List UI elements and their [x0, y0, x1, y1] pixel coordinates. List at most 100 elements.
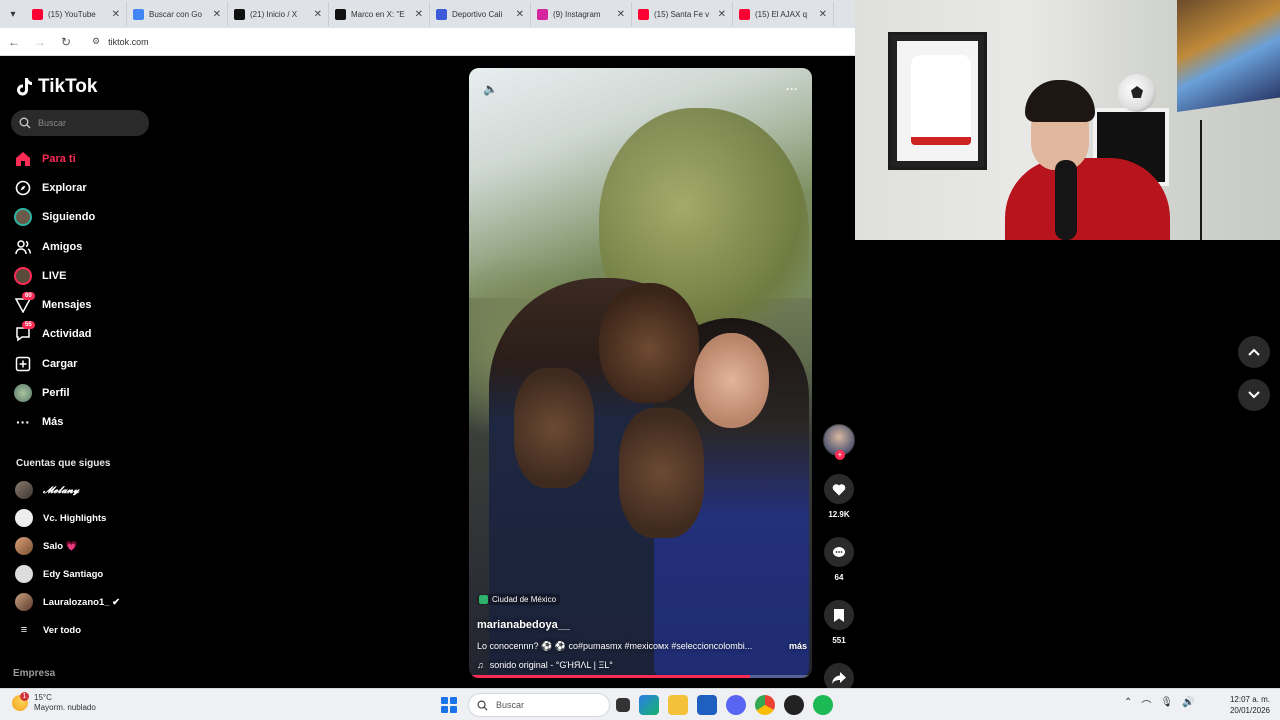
- comment-action[interactable]: 64: [822, 537, 856, 582]
- close-tab-icon[interactable]: ✕: [314, 9, 322, 20]
- video-player[interactable]: 🔈 ··· Ciudad de México marianabedoya__ L…: [469, 68, 812, 678]
- following-list: 𝓜𝓮𝓵𝓪𝓷𝔂 Vc. Highlights Salo 💗 Edy Santiag…: [15, 476, 155, 644]
- site-info-icon[interactable]: ⚙: [92, 36, 100, 47]
- webcam-overlay: [855, 0, 1280, 240]
- tiktok-logo[interactable]: TikTok: [16, 76, 97, 98]
- close-tab-icon[interactable]: ✕: [819, 9, 827, 20]
- location-tag[interactable]: Ciudad de México: [477, 594, 561, 605]
- network-icon[interactable]: ⌒: [1141, 697, 1151, 712]
- taskbar: 1 15°C Mayorm. nublado Buscar ⌃ ⌒ 🎙 🔊 12:…: [0, 688, 1280, 720]
- home-icon: [14, 150, 32, 168]
- discord-icon[interactable]: [726, 695, 746, 715]
- video-woman-head: [694, 333, 769, 428]
- tab-6[interactable]: (15) Santa Fe v ✕: [632, 2, 733, 26]
- windows-start-icon[interactable]: [441, 697, 457, 713]
- close-tab-icon[interactable]: ✕: [718, 9, 726, 20]
- tab-0[interactable]: (15) YouTube ✕: [26, 2, 127, 26]
- menu-item-explorar[interactable]: Explorar: [14, 173, 154, 202]
- streamer: [1005, 80, 1175, 240]
- weather-widget[interactable]: 1 15°C Mayorm. nublado: [12, 692, 96, 713]
- video-music[interactable]: ♫ sonido original - °GΉЯΛL | ΞL°: [477, 660, 807, 670]
- close-tab-icon[interactable]: ✕: [516, 9, 524, 20]
- video-progress-fill: [469, 675, 751, 678]
- search-icon: [19, 117, 31, 129]
- bookmark-icon[interactable]: [824, 600, 854, 630]
- chevron-up-icon[interactable]: ⌃: [1124, 697, 1132, 712]
- upload-icon: [14, 355, 32, 373]
- avatar: [15, 537, 33, 555]
- tab-list-chevron-icon[interactable]: ▾: [0, 0, 26, 28]
- avatar: [15, 481, 33, 499]
- menu-item-siguiendo[interactable]: Siguiendo: [14, 203, 154, 232]
- store-icon[interactable]: [697, 695, 717, 715]
- chevron-up-icon: [1248, 348, 1260, 356]
- activity-icon: 55: [14, 321, 35, 343]
- follow-plus-icon[interactable]: +: [835, 450, 845, 460]
- video-progress-bar[interactable]: [469, 675, 812, 678]
- following-item[interactable]: Salo 💗: [15, 532, 155, 560]
- doc-icon: [436, 8, 447, 20]
- task-view-icon[interactable]: [616, 698, 630, 712]
- footer-link-empresa[interactable]: Empresa: [13, 668, 55, 679]
- tab-1[interactable]: Buscar con Go ✕: [127, 2, 228, 26]
- back-arrow-icon[interactable]: ←: [6, 34, 22, 50]
- menu-item-cargar[interactable]: Cargar: [14, 349, 154, 378]
- video-actions: + 12.9K 64 551 361: [822, 424, 856, 708]
- close-tab-icon[interactable]: ✕: [213, 9, 221, 20]
- creator-avatar[interactable]: +: [823, 424, 855, 460]
- menu-item-amigos[interactable]: Amigos: [14, 232, 154, 261]
- messages-badge: 60: [22, 292, 35, 301]
- following-item[interactable]: 𝓜𝓮𝓵𝓪𝓷𝔂: [15, 476, 155, 504]
- previous-video-button[interactable]: [1238, 336, 1270, 368]
- tab-4[interactable]: Deportivo Cali ✕: [430, 2, 531, 26]
- taskbar-apps: [616, 695, 833, 715]
- menu-item-live[interactable]: LIVE: [14, 261, 154, 290]
- framed-jersey: [888, 32, 987, 170]
- widgets-icon[interactable]: [639, 695, 659, 715]
- menu-item-mensajes[interactable]: 60 Mensajes: [14, 290, 154, 319]
- avatar: [15, 565, 33, 583]
- close-tab-icon[interactable]: ✕: [415, 9, 423, 20]
- comment-icon[interactable]: [824, 537, 854, 567]
- taskbar-search[interactable]: Buscar: [468, 693, 610, 717]
- menu-item-mas[interactable]: ··· Más: [14, 408, 154, 437]
- close-tab-icon[interactable]: ✕: [112, 9, 120, 20]
- tab-3[interactable]: Marco en X: "E ✕: [329, 2, 430, 26]
- reload-icon[interactable]: ↻: [58, 34, 74, 50]
- video-username[interactable]: marianabedoya__: [477, 619, 807, 631]
- file-explorer-icon[interactable]: [668, 695, 688, 715]
- tab-2[interactable]: (21) Inicio / X ✕: [228, 2, 329, 26]
- next-video-button[interactable]: [1238, 379, 1270, 411]
- menu-item-actividad[interactable]: 55 Actividad: [14, 320, 154, 349]
- following-item[interactable]: Edy Santiago: [15, 560, 155, 588]
- following-item[interactable]: Vc. Highlights: [15, 504, 155, 532]
- tab-5[interactable]: (9) Instagram ✕: [531, 2, 632, 26]
- jersey: [911, 55, 971, 145]
- following-item[interactable]: Lauralozano1_ ✔: [15, 588, 155, 616]
- red-hoodie: [1005, 158, 1170, 240]
- volume-icon[interactable]: 🔊: [1182, 697, 1194, 712]
- like-action[interactable]: 12.9K: [822, 474, 856, 519]
- tab-7[interactable]: (15) El AJAX q ✕: [733, 2, 834, 26]
- close-tab-icon[interactable]: ✕: [617, 9, 625, 20]
- microphone-icon[interactable]: 🎙: [1160, 697, 1173, 712]
- app-icon[interactable]: [784, 695, 804, 715]
- heart-icon[interactable]: [824, 474, 854, 504]
- menu-item-para-ti[interactable]: Para ti: [14, 144, 154, 173]
- chrome-icon[interactable]: [755, 695, 775, 715]
- following-icon: [14, 208, 32, 227]
- clock[interactable]: 12:07 a. m. 20/01/2026: [1226, 694, 1270, 716]
- following-section-title: Cuentas que sigues: [16, 458, 111, 469]
- more-link[interactable]: más: [789, 641, 807, 652]
- more-options-icon[interactable]: ···: [786, 82, 798, 96]
- save-action[interactable]: 551: [822, 600, 856, 645]
- volume-icon[interactable]: 🔈: [483, 82, 498, 96]
- menu-item-perfil[interactable]: Perfil: [14, 378, 154, 407]
- forward-arrow-icon[interactable]: →: [32, 34, 48, 50]
- spotify-icon[interactable]: [813, 695, 833, 715]
- avatar: [15, 593, 33, 611]
- url-field[interactable]: ⚙ tiktok.com: [92, 36, 149, 47]
- instagram-icon: [537, 8, 548, 20]
- search-input[interactable]: Buscar: [11, 110, 149, 136]
- see-all-link[interactable]: ≡ Ver todo: [15, 616, 155, 644]
